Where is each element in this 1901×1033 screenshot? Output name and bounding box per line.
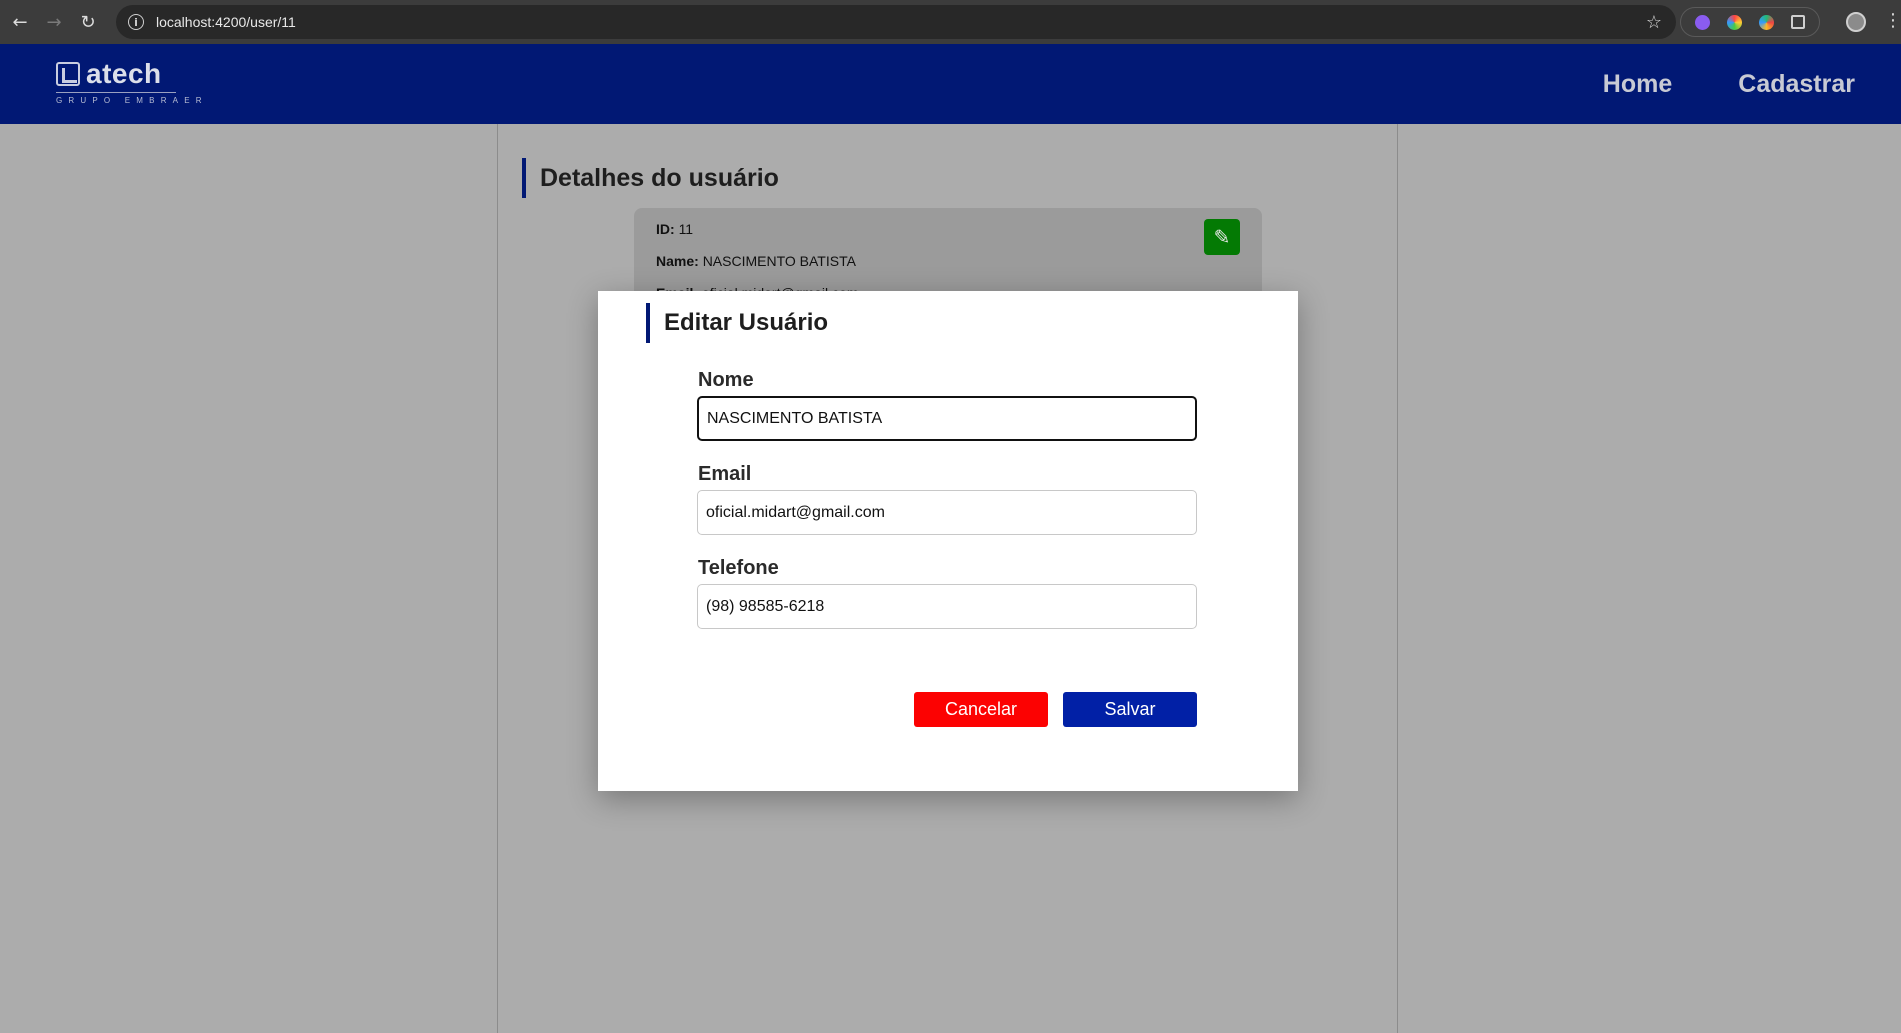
- extension-icon[interactable]: [1758, 14, 1774, 30]
- detail-name: Name: NASCIMENTO BATISTA: [656, 253, 856, 269]
- detail-id-value: 11: [678, 221, 694, 237]
- email-label: Email: [698, 463, 752, 485]
- edit-button[interactable]: ✎: [1204, 219, 1240, 255]
- back-button[interactable]: ←: [6, 8, 34, 36]
- cancel-button[interactable]: Cancelar: [914, 692, 1048, 727]
- app-header: atech GRUPO EMBRAER Home Cadastrar: [0, 44, 1901, 124]
- info-icon[interactable]: i: [128, 14, 144, 30]
- telefone-label: Telefone: [698, 557, 779, 579]
- url-text[interactable]: localhost:4200/user/11: [156, 14, 296, 30]
- logo[interactable]: atech GRUPO EMBRAER: [56, 58, 202, 110]
- nav-home[interactable]: Home: [1603, 70, 1672, 99]
- address-bar[interactable]: i localhost:4200/user/11 ☆: [116, 5, 1676, 39]
- save-button[interactable]: Salvar: [1063, 692, 1197, 727]
- edit-user-modal: Editar Usuário Nome Email Telefone Cance…: [598, 291, 1298, 791]
- logo-text: atech: [86, 58, 162, 89]
- nav-cadastrar[interactable]: Cadastrar: [1738, 70, 1855, 99]
- user-details-card: ID: 11 Name: NASCIMENTO BATISTA Email: o…: [634, 208, 1262, 294]
- extension-icon[interactable]: [1695, 14, 1711, 30]
- puzzle-icon[interactable]: [1790, 15, 1805, 29]
- logo-divider: [56, 92, 176, 93]
- reload-icon: ↻: [80, 11, 96, 33]
- reload-button[interactable]: ↻: [74, 8, 102, 36]
- detail-name-label: Name:: [656, 253, 699, 269]
- extension-icon[interactable]: [1727, 14, 1743, 30]
- telefone-input[interactable]: [697, 584, 1197, 629]
- modal-title: Editar Usuário: [646, 303, 828, 343]
- avatar[interactable]: [1846, 12, 1866, 32]
- arrow-right-icon: →: [46, 11, 62, 33]
- page-title: Detalhes do usuário: [522, 158, 779, 198]
- logo-icon: [56, 62, 80, 86]
- email-input[interactable]: [697, 490, 1197, 535]
- arrow-left-icon: ←: [12, 11, 28, 33]
- logo-subtitle: GRUPO EMBRAER: [56, 96, 208, 105]
- star-icon[interactable]: ☆: [1646, 12, 1662, 33]
- extensions-group: [1680, 7, 1820, 37]
- pencil-icon: ✎: [1213, 225, 1231, 249]
- nome-input[interactable]: [697, 396, 1197, 441]
- detail-id: ID: 11: [656, 221, 693, 237]
- header-nav: Home Cadastrar: [1603, 70, 1855, 99]
- browser-toolbar: ← → ↻ i localhost:4200/user/11 ☆ ⋮: [0, 0, 1901, 44]
- nome-label: Nome: [698, 369, 754, 391]
- kebab-menu-icon[interactable]: ⋮: [1884, 10, 1901, 31]
- detail-name-value: NASCIMENTO BATISTA: [702, 253, 856, 269]
- detail-id-label: ID:: [656, 221, 675, 237]
- forward-button[interactable]: →: [40, 8, 68, 36]
